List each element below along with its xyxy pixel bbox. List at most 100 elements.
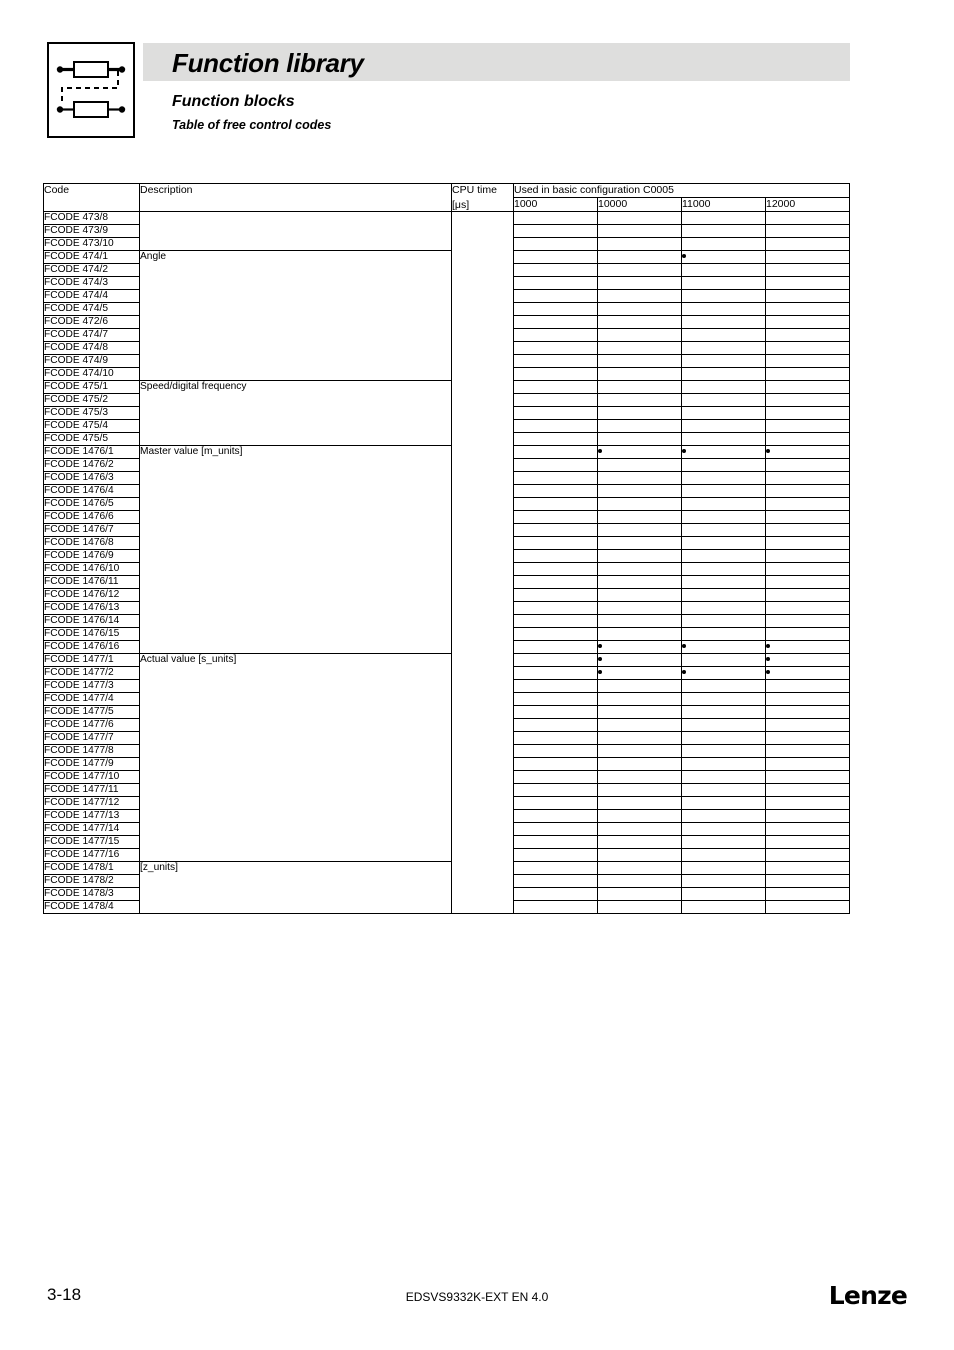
cell-config-1000 [513, 796, 598, 810]
cell-config-10000 [597, 432, 682, 446]
cell-config-10000 [597, 536, 682, 550]
cell-code: FCODE 1478/2 [43, 874, 140, 888]
cell-config-12000 [765, 549, 850, 563]
cell-config-12000 [765, 601, 850, 615]
cell-config-10000 [597, 471, 682, 485]
cell-config-1000 [513, 601, 598, 615]
cell-config-1000 [513, 887, 598, 901]
table-body: FCODE 473/8 FCODE 473/9 FCODE 473/10 FCODE … [43, 211, 850, 914]
cell-config-10000 [597, 822, 682, 836]
cpu-time-unit: [μs] [452, 199, 470, 211]
cell-config-1000 [513, 744, 598, 758]
cell-config-1000 [513, 705, 598, 719]
cell-code: FCODE 474/3 [43, 276, 140, 290]
cell-code: FCODE 474/5 [43, 302, 140, 316]
cell-config-10000 [597, 250, 682, 264]
cell-config-1000 [513, 237, 598, 251]
used-marker-icon [682, 644, 686, 649]
cell-code: FCODE 1477/12 [43, 796, 140, 810]
cell-config-1000 [513, 627, 598, 641]
control-codes-table-container: Code Description CPU time [μs] Used in b… [43, 183, 850, 914]
cell-config-10000 [597, 367, 682, 381]
cell-config-12000 [765, 562, 850, 576]
cell-config-12000 [765, 666, 850, 680]
cell-config-10000 [597, 783, 682, 797]
cell-code: FCODE 1477/13 [43, 809, 140, 823]
cell-config-1000 [513, 536, 598, 550]
cell-config-10000 [597, 809, 682, 823]
table-row: FCODE 475/1 Speed/digital frequency [43, 380, 850, 446]
cell-config-10000 [597, 731, 682, 745]
used-marker-icon [598, 657, 602, 662]
cell-config-12000 [765, 406, 850, 420]
cell-config-10000 [597, 328, 682, 342]
cell-config-11000 [681, 666, 766, 680]
cell-code: FCODE 1477/3 [43, 679, 140, 693]
cell-code: FCODE 1476/16 [43, 640, 140, 654]
cell-config-1000 [513, 419, 598, 433]
cell-config-1000 [513, 380, 598, 394]
cell-config-10000 [597, 614, 682, 628]
cell-config-11000 [681, 783, 766, 797]
cell-code: FCODE 1476/10 [43, 562, 140, 576]
document-id: EDSVS9332K-EXT EN 4.0 [405, 1290, 549, 1304]
cell-config-1000 [513, 211, 598, 225]
cell-config-10000 [597, 380, 682, 394]
cell-config-1000 [513, 848, 598, 862]
cell-config-11000 [681, 523, 766, 537]
cell-config-11000 [681, 302, 766, 316]
column-header-config-group: Used in basic configuration C0005 [513, 183, 850, 198]
cell-config-10000 [597, 263, 682, 277]
cell-config-11000 [681, 848, 766, 862]
cell-config-1000 [513, 575, 598, 589]
table-header: Code Description CPU time [μs] Used in b… [43, 183, 850, 212]
cell-config-11000 [681, 744, 766, 758]
cell-config-11000 [681, 471, 766, 485]
cell-config-10000 [597, 744, 682, 758]
cell-code: FCODE 1477/10 [43, 770, 140, 784]
cell-config-12000 [765, 458, 850, 472]
cell-config-11000 [681, 588, 766, 602]
cell-config-12000 [765, 315, 850, 329]
cell-config-10000 [597, 419, 682, 433]
cell-config-10000 [597, 458, 682, 472]
cell-config-10000 [597, 315, 682, 329]
cell-config-11000 [681, 237, 766, 251]
cell-config-12000 [765, 783, 850, 797]
cell-config-11000 [681, 601, 766, 615]
cell-config-12000 [765, 354, 850, 368]
cell-config-11000 [681, 393, 766, 407]
cell-config-12000 [765, 224, 850, 238]
cell-config-1000 [513, 406, 598, 420]
cell-config-12000 [765, 705, 850, 719]
cell-config-12000 [765, 770, 850, 784]
cell-config-12000 [765, 822, 850, 836]
cell-config-10000 [597, 562, 682, 576]
cell-config-11000 [681, 289, 766, 303]
cell-code: FCODE 1476/14 [43, 614, 140, 628]
cell-config-11000 [681, 250, 766, 264]
cell-config-10000 [597, 861, 682, 875]
cell-config-11000 [681, 796, 766, 810]
cell-code: FCODE 1477/7 [43, 731, 140, 745]
cell-config-11000 [681, 354, 766, 368]
cell-config-1000 [513, 770, 598, 784]
cell-config-11000 [681, 224, 766, 238]
table-row: FCODE 473/8 [43, 211, 850, 914]
cell-config-1000 [513, 588, 598, 602]
cell-config-10000 [597, 601, 682, 615]
cell-code: FCODE 1476/1 [43, 445, 140, 459]
cell-config-1000 [513, 510, 598, 524]
cell-config-1000 [513, 250, 598, 264]
cell-description: Angle [139, 250, 452, 381]
cell-config-10000 [597, 796, 682, 810]
cell-config-11000 [681, 679, 766, 693]
cell-config-12000 [765, 718, 850, 732]
cell-code: FCODE 474/1 [43, 250, 140, 264]
cell-config-11000 [681, 419, 766, 433]
lenze-logo: Lenze [828, 1281, 908, 1310]
cell-config-1000 [513, 354, 598, 368]
cell-config-11000 [681, 653, 766, 667]
cell-config-11000 [681, 705, 766, 719]
cell-config-1000 [513, 393, 598, 407]
